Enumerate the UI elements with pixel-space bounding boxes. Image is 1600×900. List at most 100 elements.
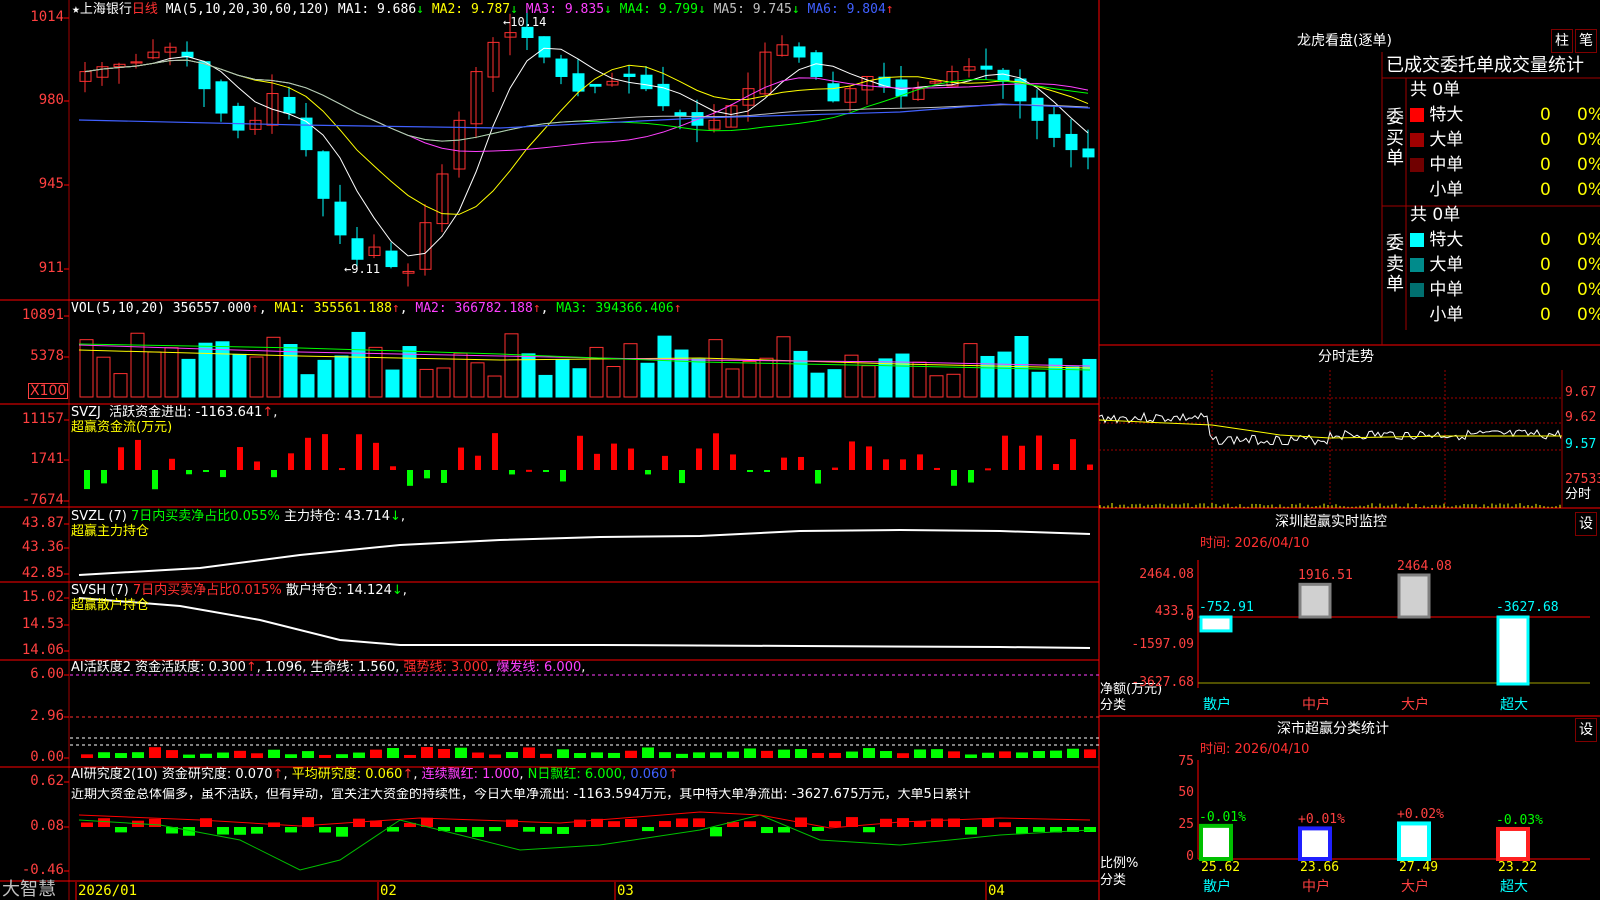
sc-time: 时间: 2026/04/10 (1200, 742, 1310, 757)
research-bar (659, 821, 671, 827)
pen-mode-button[interactable]: 笔 (1575, 29, 1597, 53)
activity-bar (200, 753, 212, 758)
color-swatch (1410, 158, 1424, 172)
volume-bar (147, 351, 162, 398)
activity-bar (115, 753, 127, 758)
fund-flow-bar (1087, 464, 1093, 470)
candle-body (300, 117, 313, 151)
sc-value-label: 25.62 (1201, 860, 1241, 875)
sc-category: 散户 (1203, 879, 1231, 895)
volume-bar (878, 358, 893, 398)
sc-settings-button[interactable]: 设 (1575, 718, 1597, 742)
volume-bar (946, 373, 961, 398)
y-tick-label: 14.06 (21, 642, 64, 658)
candle-body (623, 73, 636, 77)
color-swatch (1410, 183, 1424, 197)
sz-bar (1496, 615, 1530, 686)
research-bar (540, 827, 552, 834)
y-tick-label: 14.53 (21, 616, 64, 632)
fund-flow-bar (339, 468, 345, 471)
activity-bar (455, 747, 467, 758)
activity-bar (744, 748, 756, 758)
fund-flow-bar (84, 470, 90, 490)
volume-bar (640, 362, 655, 398)
fund-flow-bar (135, 439, 141, 470)
ai-act-strong: 强势线: 3.000 (403, 660, 489, 675)
vol-label: VOL(5,10,20) (71, 301, 165, 316)
order-count: 0 (1540, 255, 1551, 275)
candle-body (1048, 114, 1061, 138)
sz-y-tick: -3627.68 (1131, 675, 1194, 690)
research-bar (115, 827, 127, 833)
volume-bar (232, 353, 247, 398)
chart-canvas (0, 0, 1600, 900)
activity-bar (285, 754, 297, 758)
vol-value: 356557.000 (172, 301, 252, 316)
svzj-label: 活跃资金进出: -1163.641 (109, 405, 263, 420)
volume-bar (113, 373, 128, 398)
volume-bar (997, 351, 1012, 398)
volume-bar (300, 374, 315, 398)
research-bar (1016, 827, 1028, 834)
order-row: 特大 0 0% (1410, 232, 1600, 249)
price-header: ★上海银行日线 MA(5,10,20,30,60,120) MA1: 9.686… (72, 3, 894, 16)
svzl-header: SVZL (7) 7日内买卖净占比0.055% 主力持仓: 43.714↓, (71, 509, 406, 524)
sc-category: 中户 (1302, 879, 1330, 895)
activity-bar (438, 748, 450, 758)
candle-body (1065, 133, 1078, 151)
order-count: 0 (1540, 105, 1551, 125)
volume-bar (436, 367, 451, 398)
ma-item: MA6: 9.804↑ (799, 2, 894, 17)
volume-bar (538, 374, 553, 398)
fund-flow-bar (747, 470, 753, 472)
fund-flow-bar (288, 453, 294, 470)
research-bar (217, 827, 229, 835)
x-axis-label: 2026/01 (78, 883, 138, 899)
sell-side-label: 委卖单 (1386, 233, 1404, 296)
research-bar (914, 821, 926, 827)
activity-bar (251, 753, 263, 758)
y-tick-label: -7674 (21, 492, 64, 508)
fund-flow-bar (543, 470, 549, 472)
candle-body (317, 151, 330, 199)
research-bar (1033, 827, 1045, 832)
sz-settings-button[interactable]: 设 (1575, 512, 1597, 536)
activity-bar (948, 751, 960, 758)
activity-bar (132, 752, 144, 758)
sc-y-tick: 25 (1178, 817, 1194, 832)
research-bar (744, 821, 756, 827)
activity-bar (982, 752, 994, 758)
x-axis-label: 03 (617, 883, 634, 899)
activity-bar (472, 752, 484, 758)
y-tick-label: 945 (38, 176, 64, 192)
activity-bar (421, 747, 433, 758)
order-type: 小单 (1424, 305, 1464, 325)
activity-bar (897, 753, 909, 758)
y-tick-label: 5378 (30, 348, 64, 364)
order-percent: 0% (1577, 230, 1600, 250)
volume-bar (980, 355, 995, 398)
volume-bar (929, 375, 944, 398)
fund-flow-bar (628, 448, 634, 470)
bar-mode-button[interactable]: 柱 (1551, 29, 1573, 53)
fund-flow-bar (441, 470, 447, 483)
activity-bar (693, 752, 705, 758)
sc-category: 超大 (1500, 879, 1528, 895)
research-bar (693, 818, 705, 827)
volume-bar (827, 369, 842, 398)
candle-body (793, 46, 806, 58)
research-bar (98, 818, 110, 827)
fund-flow-bar (815, 470, 821, 484)
candle-body (640, 74, 653, 90)
fund-flow-bar (577, 435, 583, 470)
research-bar (999, 822, 1011, 827)
vol-ma1: MA1: 355561.188 (274, 301, 392, 316)
order-count: 0 (1540, 305, 1551, 325)
candle-body (589, 83, 602, 87)
volume-bar (912, 361, 927, 398)
vol-ma3: MA3: 394366.406 (556, 301, 674, 316)
color-swatch (1410, 233, 1424, 247)
candle-body (283, 96, 296, 114)
retail-holding-line (78, 597, 1091, 649)
activity-bar (625, 750, 637, 758)
